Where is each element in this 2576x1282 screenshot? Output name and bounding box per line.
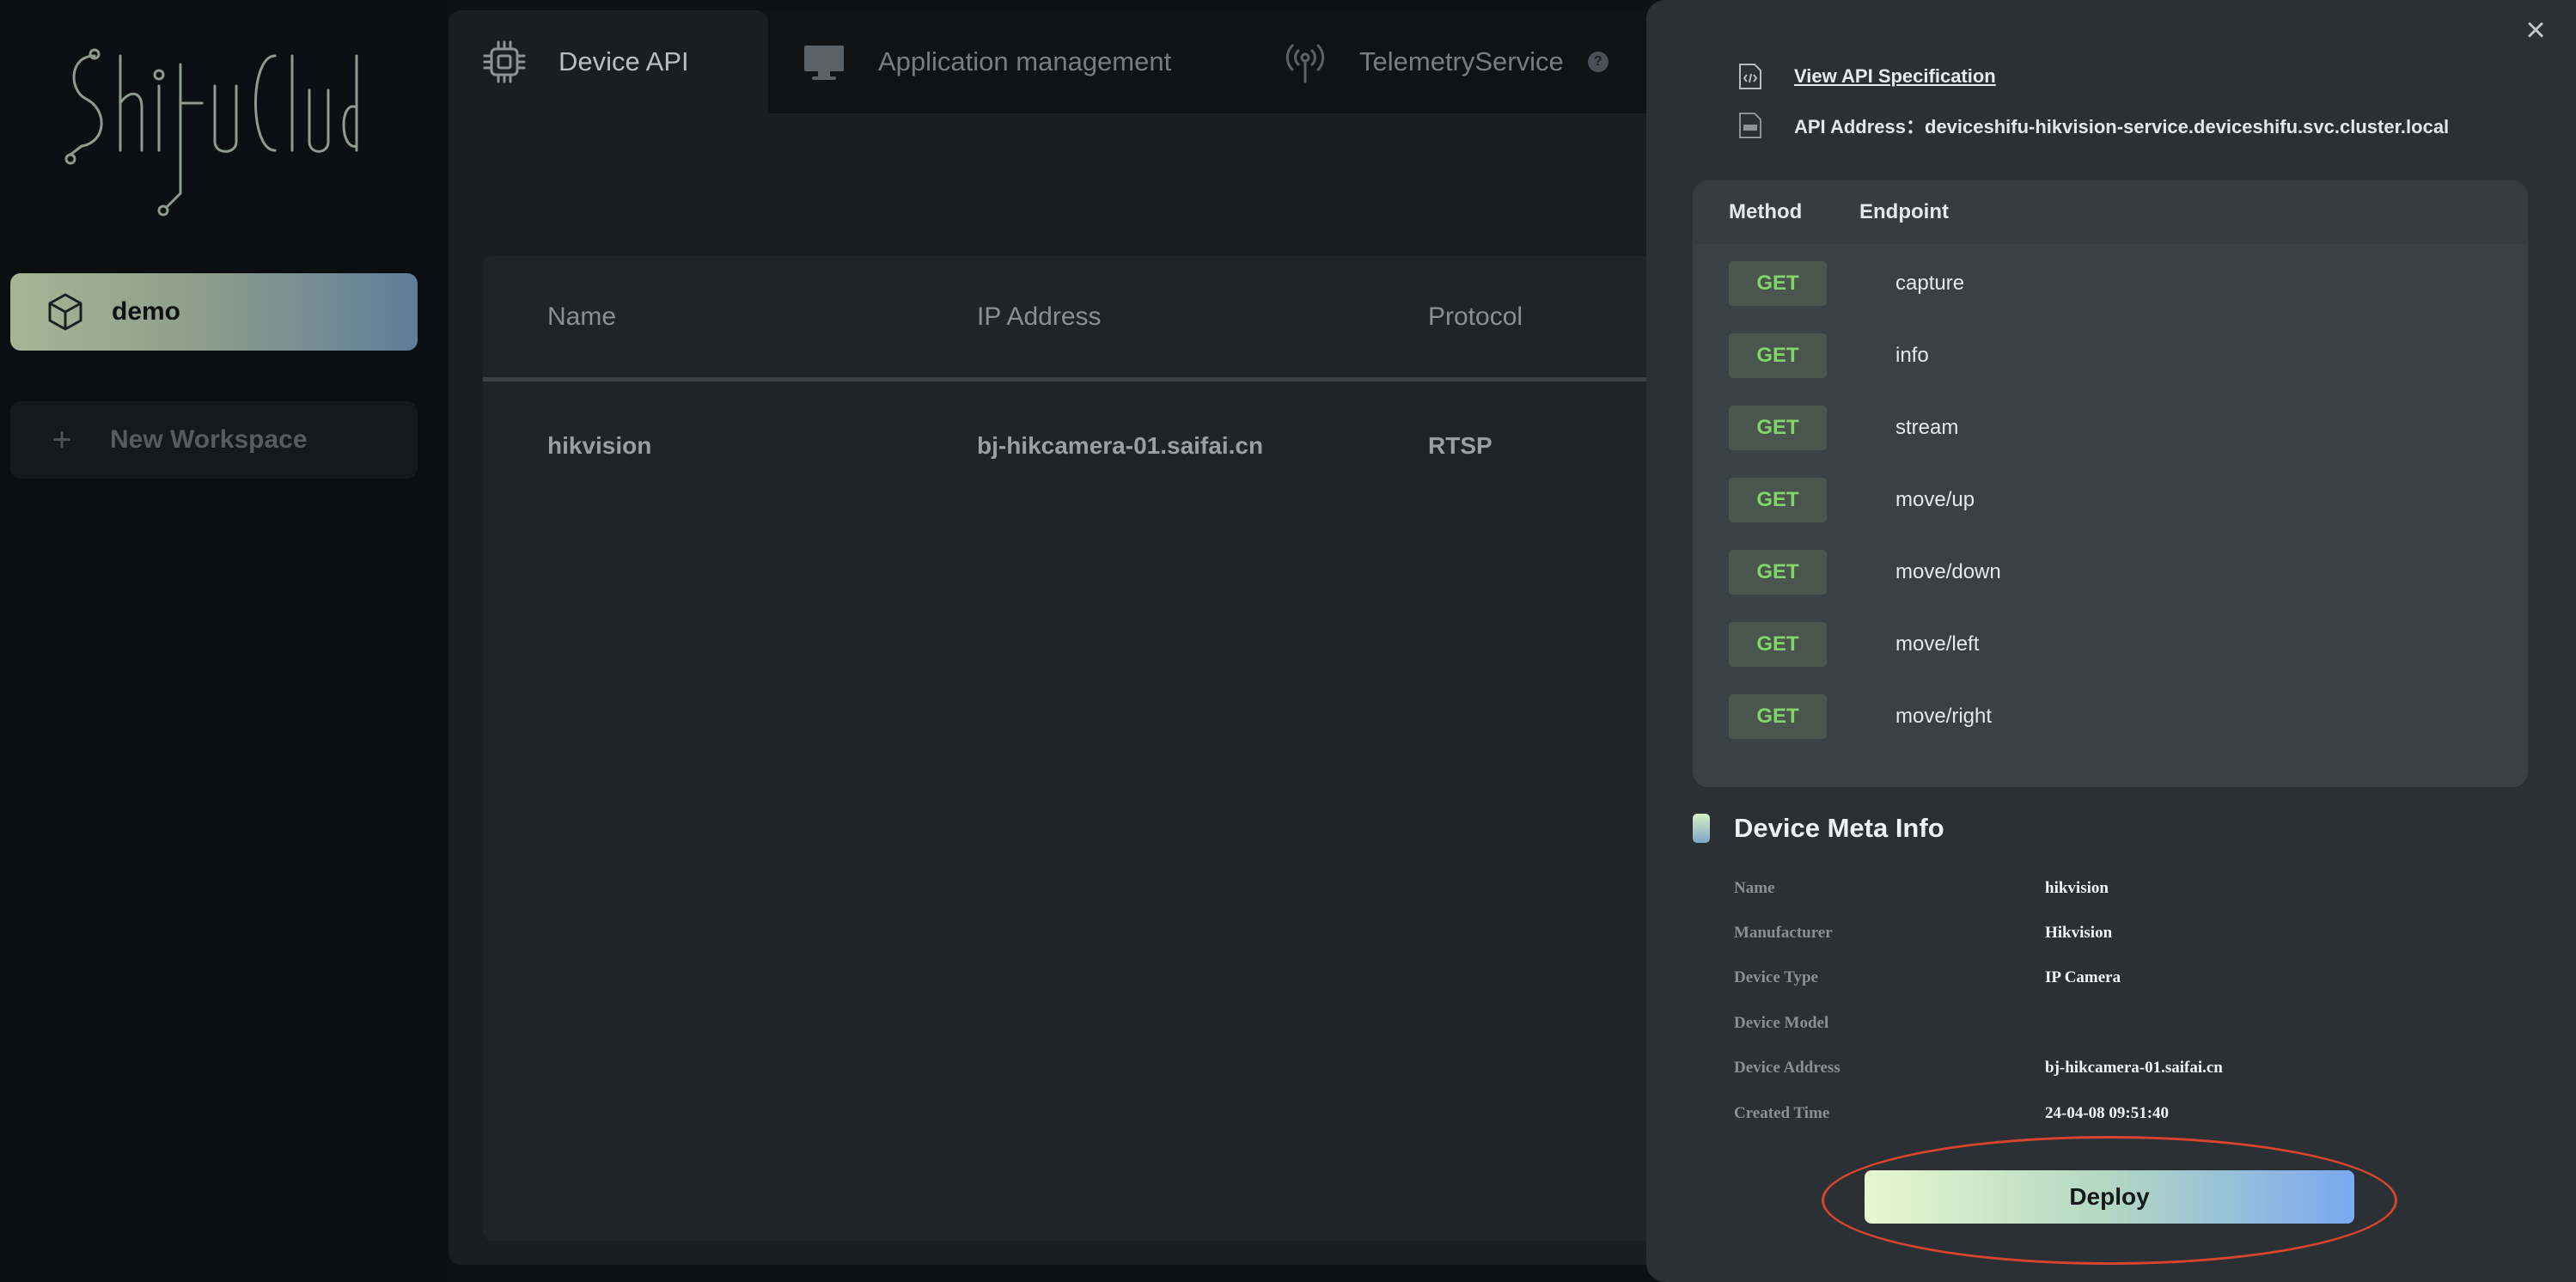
- device-detail-drawer: × View API Specification API Address：dev…: [1646, 0, 2576, 1282]
- sidebar: demo + New Workspace: [0, 0, 447, 1282]
- endpoint-path: info: [1895, 344, 1929, 367]
- tab-application-management-label: Application management: [878, 46, 1172, 76]
- column-ip-address[interactable]: IP Address: [977, 302, 1428, 332]
- meta-row-device-address: Device Address bj-hikcamera-01.saifai.cn: [1734, 1046, 2223, 1090]
- view-api-specification-link[interactable]: View API Specification: [1794, 65, 1996, 88]
- column-method: Method: [1729, 200, 1803, 223]
- method-badge: GET: [1729, 478, 1827, 522]
- endpoint-path: move/down: [1895, 560, 2001, 583]
- tab-device-api-label: Device API: [559, 46, 689, 76]
- table-row[interactable]: hikvision bj-hikcamera-01.saifai.cn RTSP: [483, 382, 1737, 510]
- meta-value: 24-04-08 09:51:40: [2045, 1104, 2170, 1122]
- tab-device-api[interactable]: Device API: [449, 10, 768, 113]
- endpoint-path: move/right: [1895, 705, 1993, 728]
- view-api-spec-line: View API Specification: [1737, 63, 1996, 90]
- method-badge: GET: [1729, 261, 1827, 306]
- column-name[interactable]: Name: [483, 302, 977, 332]
- chip-icon: [483, 40, 526, 83]
- api-row[interactable]: GET move/left: [1693, 608, 2528, 681]
- table-header: Name IP Address Protocol: [483, 256, 1737, 382]
- monitor-icon: [804, 46, 844, 80]
- new-workspace-button[interactable]: + New Workspace: [10, 401, 418, 479]
- method-badge: GET: [1729, 694, 1827, 739]
- main-panel: Device API Application management Teleme…: [449, 10, 1737, 1265]
- method-badge: GET: [1729, 550, 1827, 595]
- api-row[interactable]: GET move/up: [1693, 464, 2528, 536]
- method-badge: GET: [1729, 406, 1827, 450]
- api-row[interactable]: GET capture: [1693, 247, 2528, 320]
- endpoint-path: move/up: [1895, 488, 1975, 511]
- cube-icon: [48, 293, 82, 331]
- deploy-button[interactable]: Deploy: [1865, 1170, 2354, 1224]
- api-table-header: Method Endpoint: [1693, 180, 2528, 244]
- api-file-icon: [1739, 113, 1761, 138]
- meta-value: bj-hikcamera-01.saifai.cn: [2045, 1059, 2223, 1077]
- tab-bar: Device API Application management Teleme…: [449, 10, 1737, 113]
- method-badge: GET: [1729, 622, 1827, 667]
- api-row[interactable]: GET move/right: [1693, 681, 2528, 753]
- api-row[interactable]: GET info: [1693, 320, 2528, 392]
- device-meta-info-heading: Device Meta Info: [1693, 813, 1944, 844]
- meta-title-text: Device Meta Info: [1734, 813, 1944, 843]
- meta-key: Created Time: [1734, 1104, 1830, 1122]
- tab-application-management[interactable]: Application management: [768, 10, 1249, 113]
- endpoint-path: capture: [1895, 272, 1965, 295]
- meta-row-device-type: Device Type IP Camera: [1734, 955, 2121, 1000]
- section-marker: [1693, 814, 1710, 843]
- close-icon[interactable]: ×: [2521, 13, 2550, 47]
- endpoint-path: stream: [1895, 416, 1959, 439]
- meta-row-manufacturer: Manufacturer Hikvision: [1734, 911, 2112, 955]
- workspace-demo[interactable]: demo: [10, 273, 418, 351]
- api-endpoint-table: Method Endpoint GET capture GET info GET st…: [1693, 180, 2528, 787]
- meta-value: IP Camera: [2045, 968, 2121, 986]
- code-file-icon: [1739, 64, 1761, 89]
- column-endpoint: Endpoint: [1859, 200, 1949, 223]
- endpoint-path: move/left: [1895, 632, 1980, 656]
- meta-key: Manufacturer: [1734, 924, 1833, 942]
- cell-ip-address: bj-hikcamera-01.saifai.cn: [977, 432, 1264, 459]
- tab-telemetry-service-label: TelemetryService: [1359, 46, 1564, 76]
- meta-key: Name: [1734, 879, 1775, 897]
- api-row[interactable]: GET stream: [1693, 392, 2528, 464]
- tab-telemetry-service[interactable]: TelemetryService ?: [1249, 10, 1662, 113]
- meta-row-created-time: Created Time 24-04-08 09:51:40: [1734, 1091, 2169, 1136]
- api-address-text: API Address：deviceshifu-hikvision-servic…: [1794, 116, 2450, 137]
- meta-value: Hikvision: [2045, 924, 2113, 942]
- shifu-cloud-logo: [64, 48, 358, 217]
- api-row[interactable]: GET move/down: [1693, 536, 2528, 608]
- cell-name: hikvision: [547, 432, 652, 459]
- meta-row-device-model: Device Model: [1734, 1001, 2045, 1046]
- new-workspace-label: New Workspace: [110, 425, 308, 454]
- help-icon[interactable]: ?: [1587, 52, 1608, 72]
- meta-key: Device Model: [1734, 1014, 1829, 1032]
- meta-row-name: Name hikvision: [1734, 866, 2109, 911]
- meta-key: Device Address: [1734, 1059, 1840, 1077]
- meta-value: hikvision: [2045, 879, 2109, 897]
- method-badge: GET: [1729, 333, 1827, 378]
- device-table: Name IP Address Protocol hikvision bj-hi…: [483, 256, 1737, 1241]
- api-rows: GET capture GET info GET stream GET move/up …: [1693, 247, 2528, 753]
- meta-key: Device Type: [1734, 968, 1818, 986]
- antenna-icon: [1285, 44, 1325, 83]
- plus-icon: +: [52, 421, 72, 459]
- api-address-line: API Address：deviceshifu-hikvision-servic…: [1737, 112, 2449, 139]
- workspace-label: demo: [112, 297, 181, 326]
